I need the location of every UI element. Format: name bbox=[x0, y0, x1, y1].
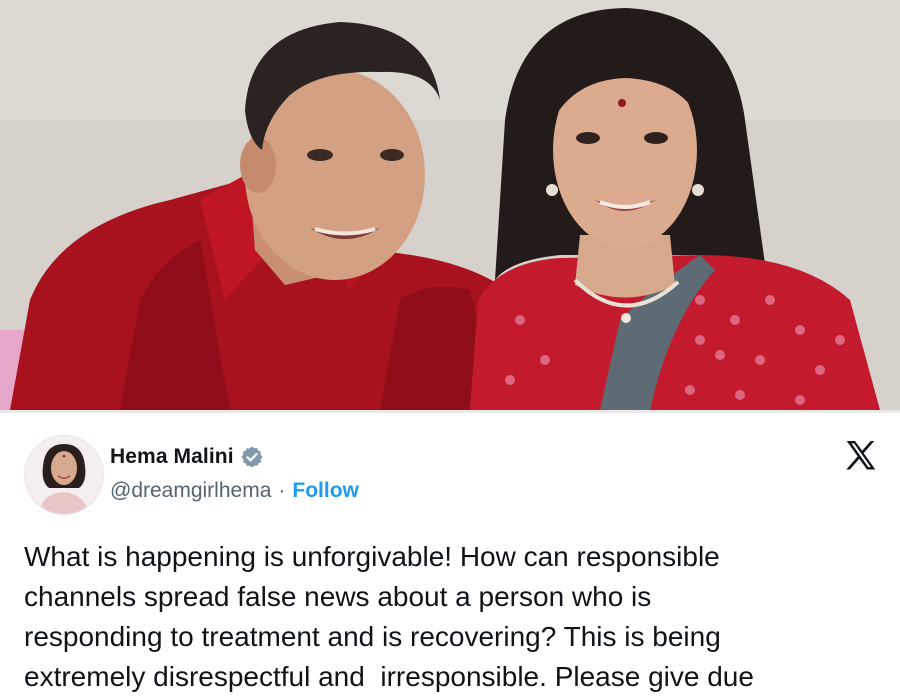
author-display-name[interactable]: Hema Malini bbox=[110, 445, 234, 469]
tweet-card: Hema Malini @dreamgirlhema · Follow What… bbox=[0, 413, 900, 700]
follow-button[interactable]: Follow bbox=[292, 479, 359, 503]
tweet-photo[interactable] bbox=[0, 0, 900, 410]
handle-separator: · bbox=[278, 479, 286, 502]
couple-photo bbox=[0, 0, 900, 410]
x-logo-icon[interactable] bbox=[842, 437, 880, 475]
profile-photo-icon bbox=[25, 436, 103, 514]
tweet-text: What is happening is unforgivable! How c… bbox=[24, 541, 754, 692]
author-handle-row: @dreamgirlhema · Follow bbox=[110, 479, 359, 503]
avatar[interactable] bbox=[24, 435, 104, 515]
verified-badge-icon bbox=[241, 446, 263, 468]
author-handle[interactable]: @dreamgirlhema bbox=[110, 479, 271, 503]
author-name-row: Hema Malini bbox=[110, 443, 264, 471]
